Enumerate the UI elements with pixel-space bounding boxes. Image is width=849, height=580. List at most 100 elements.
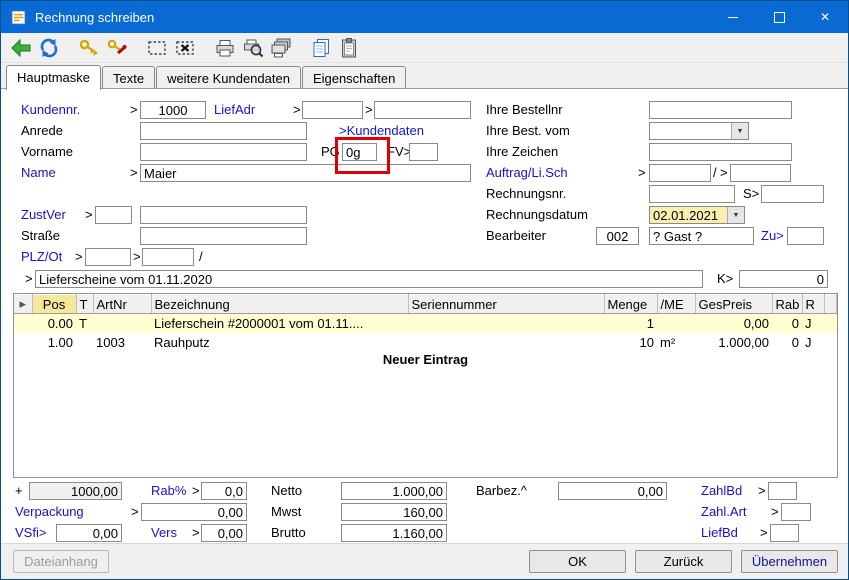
- name-input[interactable]: [140, 164, 471, 182]
- minimize-button[interactable]: [710, 1, 756, 33]
- cell-artnr: [93, 314, 151, 334]
- col-header-menge[interactable]: Menge: [604, 295, 657, 314]
- col-header-seriennummer[interactable]: Seriennummer: [408, 295, 604, 314]
- toolbar-cancel-selection-button[interactable]: [171, 35, 199, 61]
- ok-button[interactable]: OK: [529, 550, 626, 573]
- chevron-down-icon: ▼: [737, 128, 744, 135]
- cell-r: J: [802, 333, 824, 352]
- col-header-artnr[interactable]: ArtNr: [93, 295, 151, 314]
- netto-input[interactable]: [341, 482, 447, 500]
- table-row[interactable]: 1.00 1003 Rauhputz 10 m² 1.000,00 0 J: [14, 333, 837, 352]
- kundennr-input[interactable]: [140, 101, 206, 119]
- cell-rab: 0: [772, 314, 802, 334]
- mwst-input[interactable]: [341, 503, 447, 521]
- ihre-zeichen-input[interactable]: [649, 143, 792, 161]
- cell-t: T: [76, 314, 93, 334]
- col-header-me[interactable]: /ME: [657, 295, 695, 314]
- pg-input[interactable]: [342, 143, 377, 161]
- strasse-input[interactable]: [140, 227, 307, 245]
- invoice-window: Rechnung schreiben ✕: [0, 0, 849, 580]
- zustver-input-1[interactable]: [95, 206, 132, 224]
- gt-mark: >: [293, 101, 301, 119]
- toolbar-key-button[interactable]: [75, 35, 103, 61]
- tab-eigenschaften[interactable]: Eigenschaften: [302, 66, 406, 89]
- gt-mark: >: [638, 164, 646, 182]
- liefadr-input-1[interactable]: [302, 101, 363, 119]
- toolbar: [1, 33, 848, 63]
- strasse-label: Straße: [21, 227, 60, 245]
- plz-input[interactable]: [85, 248, 131, 266]
- anrede-input[interactable]: [140, 122, 307, 140]
- new-entry-label[interactable]: Neuer Eintrag: [13, 352, 838, 367]
- cell-seriennummer: [408, 333, 604, 352]
- rechnungsdatum-label: Rechnungsdatum: [486, 206, 588, 224]
- zustver-input-2[interactable]: [140, 206, 307, 224]
- kundendaten-link[interactable]: >Kundendaten: [339, 122, 424, 140]
- bearbeiter-name-input[interactable]: [649, 227, 754, 245]
- toolbar-key-change-button[interactable]: [103, 35, 131, 61]
- k-input[interactable]: [739, 270, 828, 288]
- col-header-bezeichnung[interactable]: Bezeichnung: [151, 295, 408, 314]
- rechnungsnr-input[interactable]: [649, 185, 735, 203]
- vorname-input[interactable]: [140, 143, 307, 161]
- maximize-button[interactable]: [756, 1, 802, 33]
- maximize-icon: [774, 12, 785, 23]
- rechnungsdatum-dropdown-button[interactable]: ▼: [727, 207, 744, 223]
- col-header-t[interactable]: T: [76, 295, 93, 314]
- table-row[interactable]: 0.00 T Lieferschein #2000001 vom 01.11..…: [14, 314, 837, 334]
- cell-gespreis: 1.000,00: [695, 333, 772, 352]
- zahlart-input[interactable]: [781, 503, 811, 521]
- name-label: Name: [21, 164, 56, 182]
- print-preview-icon: [242, 37, 264, 59]
- lieferschein-text-input[interactable]: [35, 270, 703, 288]
- netto-label: Netto: [271, 482, 302, 500]
- uebernehmen-button[interactable]: Übernehmen: [741, 550, 838, 573]
- rechnungsdatum-combo: ▼: [649, 206, 745, 224]
- auftrag-input-1[interactable]: [649, 164, 711, 182]
- zu-label: Zu>: [761, 227, 784, 245]
- ort-input[interactable]: [142, 248, 194, 266]
- liefbd-input[interactable]: [770, 524, 799, 542]
- vorname-label: Vorname: [21, 143, 73, 161]
- toolbar-back-button[interactable]: [7, 35, 35, 61]
- s-input[interactable]: [761, 185, 824, 203]
- col-header-gespreis[interactable]: GesPreis: [695, 295, 772, 314]
- toolbar-select-button[interactable]: [143, 35, 171, 61]
- slash-mark: /: [713, 164, 717, 182]
- rab-percent-input[interactable]: [201, 482, 247, 500]
- fv-input[interactable]: [409, 143, 438, 161]
- liefadr-input-2[interactable]: [374, 101, 471, 119]
- gt-mark: >: [130, 164, 138, 182]
- ihre-bestellnr-input[interactable]: [649, 101, 792, 119]
- minimize-icon: [728, 17, 738, 18]
- toolbar-print-preview-button[interactable]: [239, 35, 267, 61]
- toolbar-paste-button[interactable]: [335, 35, 363, 61]
- vsfi-input[interactable]: [56, 524, 122, 542]
- col-header-rab[interactable]: Rab: [772, 295, 802, 314]
- brutto-input[interactable]: [341, 524, 447, 542]
- verpackung-input[interactable]: [141, 503, 247, 521]
- gt-mark: >: [192, 482, 200, 500]
- auftrag-input-2[interactable]: [730, 164, 791, 182]
- zurueck-button[interactable]: Zurück: [635, 550, 732, 573]
- tab-texte[interactable]: Texte: [102, 66, 155, 89]
- col-header-pos[interactable]: Pos: [32, 295, 76, 314]
- toolbar-print-button[interactable]: [211, 35, 239, 61]
- col-header-selector[interactable]: ▸: [14, 295, 32, 314]
- toolbar-print-copies-button[interactable]: [267, 35, 295, 61]
- cell-filler: [824, 333, 837, 352]
- barbez-input[interactable]: [558, 482, 667, 500]
- bearbeiter-code-input[interactable]: [596, 227, 639, 245]
- col-header-r[interactable]: R: [802, 295, 824, 314]
- plus-total-input[interactable]: [29, 482, 122, 500]
- toolbar-refresh-button[interactable]: [35, 35, 63, 61]
- ihre-best-vom-dropdown-button[interactable]: ▼: [731, 123, 748, 139]
- close-button[interactable]: ✕: [802, 1, 848, 33]
- zu-input[interactable]: [787, 227, 824, 245]
- select-icon: [146, 37, 168, 59]
- tab-hauptmaske[interactable]: Hauptmaske: [6, 65, 101, 90]
- zahlbd-input[interactable]: [768, 482, 797, 500]
- vers-input[interactable]: [201, 524, 247, 542]
- tab-weitere-kundendaten[interactable]: weitere Kundendaten: [156, 66, 301, 89]
- toolbar-documents-button[interactable]: [307, 35, 335, 61]
